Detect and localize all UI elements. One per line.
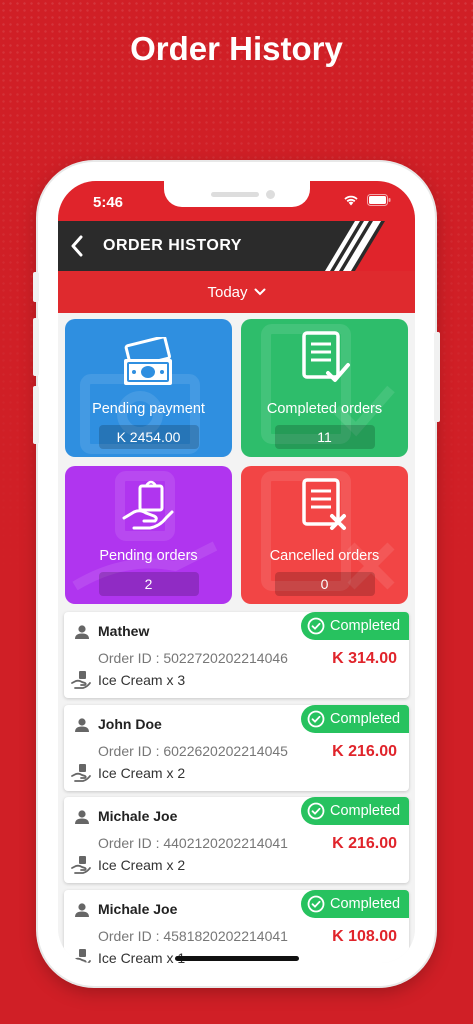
order-amount: K 216.00 <box>332 835 397 852</box>
order-amount: K 216.00 <box>332 743 397 760</box>
order-list-item[interactable]: John Doe Completed Order ID : 6022620202… <box>64 705 409 791</box>
header-stripes-decoration <box>325 221 415 271</box>
order-item: Ice Cream x 1 <box>98 950 186 963</box>
status-icons <box>343 194 391 206</box>
person-icon <box>75 718 89 732</box>
pending-orders-card[interactable]: Pending orders 2 <box>65 466 232 604</box>
card-label: Pending orders <box>99 548 198 564</box>
card-value: K 2454.00 <box>98 425 199 449</box>
cancelled-orders-card[interactable]: Cancelled orders 0 <box>241 466 408 604</box>
phone-mute-switch <box>33 272 39 302</box>
app-bar: ORDER HISTORY <box>58 221 415 271</box>
check-circle-icon <box>307 617 325 635</box>
status-text: Completed <box>330 803 401 819</box>
status-badge: Completed <box>301 705 409 733</box>
check-circle-icon <box>307 802 325 820</box>
customer-name: Mathew <box>98 623 150 639</box>
check-circle-icon <box>307 895 325 913</box>
front-camera <box>266 190 275 199</box>
hand-item-icon <box>71 671 91 689</box>
hand-item-icon <box>71 856 91 874</box>
order-id: Order ID : 4581820202214041 <box>98 928 288 944</box>
home-indicator[interactable] <box>175 956 299 961</box>
phone-volume-down <box>33 386 39 444</box>
person-icon <box>75 625 89 639</box>
person-icon <box>75 810 89 824</box>
completed-orders-card[interactable]: Completed orders 11 <box>241 319 408 457</box>
check-circle-icon <box>307 710 325 728</box>
promo-title: Order History <box>130 30 343 67</box>
status-bar: 5:46 <box>58 181 415 221</box>
phone-volume-up <box>33 318 39 376</box>
completed-list-icon <box>301 331 350 382</box>
order-id: Order ID : 4402120202214041 <box>98 835 288 851</box>
money-icon <box>123 337 172 385</box>
battery-icon <box>367 194 391 206</box>
order-amount: K 108.00 <box>332 928 397 945</box>
status-badge: Completed <box>301 890 409 918</box>
order-item: Ice Cream x 2 <box>98 765 186 781</box>
back-arrow-icon[interactable] <box>70 235 84 257</box>
date-filter-value: Today <box>207 283 248 301</box>
pending-payment-card[interactable]: Pending payment K 2454.00 <box>65 319 232 457</box>
order-id: Order ID : 6022620202214045 <box>98 743 288 759</box>
card-label: Pending payment <box>92 401 205 417</box>
page-title: ORDER HISTORY <box>103 237 242 254</box>
order-list-item[interactable]: Michale Joe Completed Order ID : 4402120… <box>64 797 409 883</box>
app-screen: 5:46 ORDER HISTORY Today Pending payment… <box>58 181 415 963</box>
card-value: 11 <box>274 425 375 449</box>
speaker-grille <box>211 192 259 197</box>
customer-name: Michale Joe <box>98 808 178 824</box>
status-time: 5:46 <box>93 194 124 211</box>
status-text: Completed <box>330 896 401 912</box>
date-filter-dropdown[interactable]: Today <box>58 271 415 313</box>
customer-name: Michale Joe <box>98 901 178 917</box>
order-id: Order ID : 5022720202214046 <box>98 650 288 666</box>
chevron-down-icon <box>254 288 266 296</box>
customer-name: John Doe <box>98 716 162 732</box>
order-item: Ice Cream x 3 <box>98 672 186 688</box>
hand-item-icon <box>71 764 91 782</box>
order-list-item[interactable]: Mathew Completed Order ID : 502272020221… <box>64 612 409 698</box>
cancelled-list-icon <box>301 478 346 530</box>
order-list-item[interactable]: Michale Joe Completed Order ID : 4581820… <box>64 890 409 963</box>
order-item: Ice Cream x 2 <box>98 857 186 873</box>
status-badge: Completed <box>301 612 409 640</box>
card-label: Cancelled orders <box>269 548 380 564</box>
phone-notch <box>164 181 310 207</box>
hand-item-icon <box>71 949 91 963</box>
card-label: Completed orders <box>266 401 383 417</box>
status-badge: Completed <box>301 797 409 825</box>
hand-bag-icon <box>122 480 173 530</box>
person-icon <box>75 903 89 917</box>
wifi-icon <box>344 195 358 206</box>
card-value: 2 <box>98 572 199 596</box>
phone-power-button <box>434 332 440 422</box>
status-text: Completed <box>330 618 401 634</box>
card-value: 0 <box>274 572 375 596</box>
status-text: Completed <box>330 711 401 727</box>
order-amount: K 314.00 <box>332 650 397 667</box>
